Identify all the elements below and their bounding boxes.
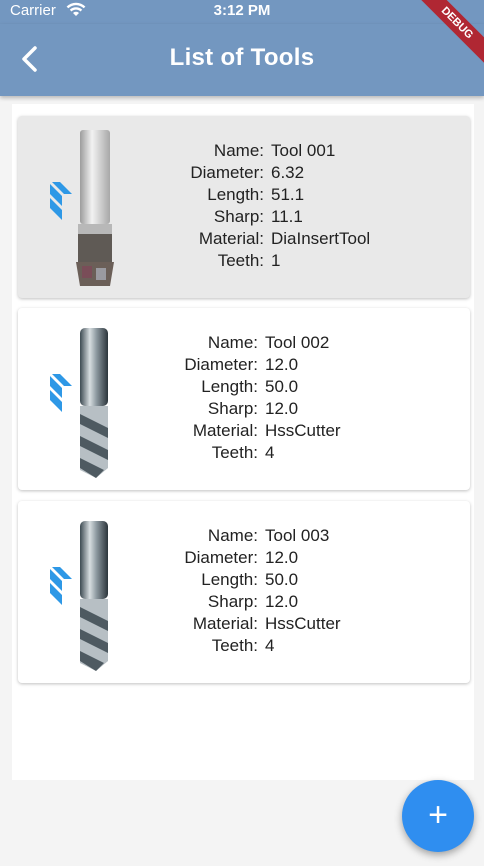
material-label: Material: [198,229,264,248]
tool-card[interactable]: Name: Tool 003 Diameter: 12.0 Length: 50.0 … [18,501,470,683]
diameter-label: Diameter: [184,355,258,374]
tool-diameter: 12.0 [265,548,299,567]
length-label: Length: [207,185,264,204]
add-tool-button[interactable]: + [402,780,474,852]
clock: 3:12 PM [213,2,271,19]
tool-material: DiaInsertTool [271,229,371,248]
tool-teeth: 4 [265,443,275,462]
tool-teeth: 4 [265,636,275,655]
length-label: Length: [201,570,258,589]
sharp-label: Sharp: [207,592,258,611]
diameter-label: Diameter: [190,163,264,182]
name-label: Name: [213,141,264,160]
teeth-label: Teeth: [217,251,264,270]
sharp-label: Sharp: [207,399,258,418]
material-label: Material: [192,614,258,633]
name-label: Name: [207,526,258,545]
tool-sharp: 12.0 [265,399,299,418]
spiral-end-mill-image [46,318,126,480]
tool-teeth: 1 [271,251,281,270]
tool-details: Name: Tool 001 Diameter: 6.32 Length: 51.1 … [138,140,468,272]
diameter-label: Diameter: [184,548,258,567]
page-title: List of Tools [169,44,315,71]
tool-details: Name: Tool 003 Diameter: 12.0 Length: 50.0 … [138,525,468,657]
spiral-end-mill-image [46,511,126,673]
tool-card[interactable]: Name: Tool 001 Diameter: 6.32 Length: 51.1 … [18,116,470,298]
tool-name: Tool 002 [265,333,330,352]
tool-name: Tool 003 [265,526,330,545]
plus-icon: + [428,796,448,834]
tool-card[interactable]: Name: Tool 002 Diameter: 12.0 Length: 50.0 … [18,308,470,490]
tool-details: Name: Tool 002 Diameter: 12.0 Length: 50.0 … [138,332,468,464]
tool-diameter: 6.32 [271,163,305,182]
insert-end-mill-image [46,126,126,288]
tool-material: HssCutter [265,421,341,440]
tool-length: 51.1 [271,185,305,204]
tool-name: Tool 001 [271,141,336,160]
teeth-label: Teeth: [211,636,258,655]
material-label: Material: [192,421,258,440]
app-bar: List of Tools [0,24,484,96]
status-bar: Carrier 3:12 PM [0,0,484,24]
tool-length: 50.0 [265,377,299,396]
tool-sharp: 11.1 [271,207,303,226]
name-label: Name: [207,333,258,352]
tool-length: 50.0 [265,570,299,589]
sharp-label: Sharp: [213,207,264,226]
length-label: Length: [201,377,258,396]
tool-material: HssCutter [265,614,341,633]
tool-sharp: 12.0 [265,592,299,611]
teeth-label: Teeth: [211,443,258,462]
tool-diameter: 12.0 [265,355,299,374]
